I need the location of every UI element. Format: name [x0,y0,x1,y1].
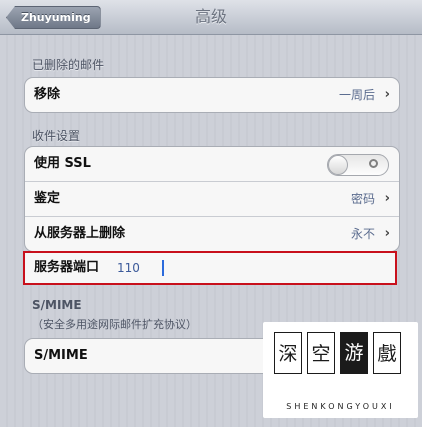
watermark-char: 游 [340,332,368,374]
toggle-knob [328,155,348,175]
remove-label: 移除 [34,87,61,102]
watermark-char: 戲 [373,332,401,374]
chevron-right-icon: › [384,191,390,206]
watermark-subtitle: SHENKONGYOUXI [286,402,395,411]
delete-from-server-label: 从服务器上删除 [34,226,126,241]
chevron-right-icon: › [384,87,390,102]
watermark-char: 空 [307,332,335,374]
watermark-logo: 深 空 游 戲 SHENKONGYOUXI [263,322,418,418]
auth-label: 鉴定 [34,191,61,206]
remove-value: 一周后 [338,88,375,102]
incoming-settings-group: 使用 SSL 鉴定 密码 › 从服务器上删除 永不 › [24,146,400,252]
delete-from-server-row[interactable]: 从服务器上删除 永不 › [25,217,399,251]
smime-label: S/MIME [34,348,88,363]
smime-description: （安全多用途网际邮件扩充协议） [32,318,197,331]
section-header-smime: S/MIME [32,298,82,312]
toggle-off-icon [369,159,378,168]
navigation-bar: Zhuyuming 高级 [0,0,422,35]
section-header-incoming: 收件设置 [32,129,81,143]
delete-from-server-value: 永不 [350,227,375,241]
settings-page: Zhuyuming 高级 已删除的邮件 移除 一周后 › 收件设置 使用 SSL… [0,0,422,427]
watermark-char: 深 [274,332,302,374]
page-title: 高级 [194,7,227,26]
chevron-right-icon: › [384,226,390,241]
deleted-mail-group: 移除 一周后 › [24,77,400,113]
server-port-label: 服务器端口 [34,260,100,275]
text-caret [162,260,164,276]
remove-row[interactable]: 移除 一周后 › [25,78,399,112]
ssl-toggle[interactable] [327,154,389,176]
ssl-row: 使用 SSL [25,147,399,182]
server-port-row: 服务器端口 [23,251,397,285]
server-port-input[interactable] [117,258,357,278]
ssl-label: 使用 SSL [34,156,91,171]
auth-value: 密码 [350,192,375,206]
section-header-deleted: 已删除的邮件 [32,58,105,72]
auth-row[interactable]: 鉴定 密码 › [25,182,399,217]
